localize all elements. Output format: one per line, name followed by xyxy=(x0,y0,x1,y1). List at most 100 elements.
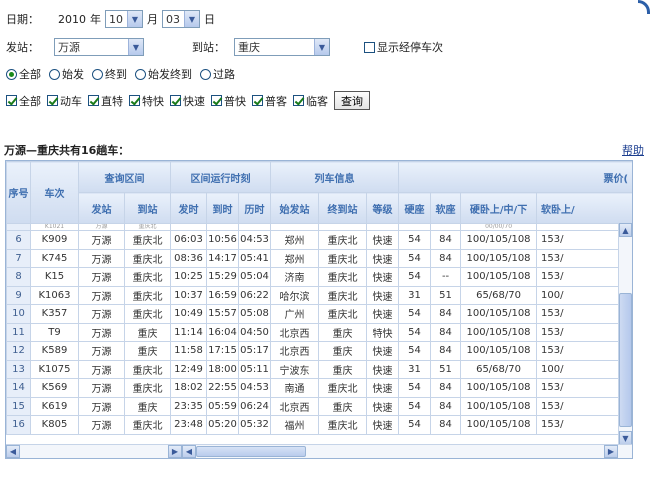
table-cell: 广州 xyxy=(270,304,320,324)
grade-checkbox-0[interactable]: 全部 xyxy=(6,93,41,109)
scroll-left-icon[interactable]: ◀ xyxy=(6,445,20,458)
col-origin[interactable]: 始发站 xyxy=(270,192,320,224)
table-cell: 10:56 xyxy=(206,230,239,250)
checkbox-icon[interactable] xyxy=(252,95,263,106)
train-table: 序号 车次 查询区间 区间运行时刻 列车信息 票价( 发站 到站 发时 到时 历… xyxy=(5,160,633,459)
table-row[interactable]: 15 K619 万源 重庆 23:35 05:59 06:24 北京西 重庆 快速 54 84 100/… xyxy=(6,396,632,416)
radio-option-3[interactable]: 始发终到 xyxy=(135,66,192,82)
col-hard-sleeper[interactable]: 硬卧上/中/下 xyxy=(460,192,538,224)
main-scroll-area[interactable]: ◀ ▶ xyxy=(182,445,618,458)
grade-checkbox-5[interactable]: 普快 xyxy=(211,93,246,109)
col-hard-seat[interactable]: 硬座 xyxy=(398,192,432,224)
scroll-down-icon[interactable]: ▼ xyxy=(619,431,632,445)
col-duration[interactable]: 历时 xyxy=(237,192,272,224)
col-arr-station[interactable]: 到站 xyxy=(124,192,171,224)
train-number-cell[interactable]: K745 xyxy=(30,248,79,268)
from-label: 发站： xyxy=(6,41,39,54)
table-row[interactable]: 10 K357 万源 重庆北 10:49 15:57 05:08 广州 重庆北 快速 54 84 100… xyxy=(6,304,632,324)
from-station-select[interactable]: 万源 ▼ xyxy=(54,38,144,56)
col-terminal[interactable]: 终到站 xyxy=(318,192,368,224)
col-grade[interactable]: 等级 xyxy=(366,192,400,224)
table-cell: 54 xyxy=(398,304,432,324)
col-dep-time[interactable]: 发时 xyxy=(170,192,207,224)
table-cell: 快速 xyxy=(366,230,400,250)
table-cell: 04:53 xyxy=(237,230,272,250)
table-row[interactable]: 14 K569 万源 重庆北 18:02 22:55 04:53 南通 重庆北 快速 54 84 100… xyxy=(6,378,632,398)
table-cell: 重庆北 xyxy=(124,359,171,379)
train-number-cell[interactable]: K805 xyxy=(30,415,79,435)
table-cell: 100/105/108 xyxy=(460,267,538,287)
checkbox-icon[interactable] xyxy=(6,95,17,106)
checkbox-icon[interactable] xyxy=(293,95,304,106)
grade-checkbox-4[interactable]: 快速 xyxy=(170,93,205,109)
train-number-cell[interactable]: K357 xyxy=(30,304,79,324)
station-row: 发站： 万源 ▼ 到站： 重庆 ▼ 显示经停车次 xyxy=(6,38,443,56)
table-cell: 快速 xyxy=(366,415,400,435)
radio-option-0[interactable]: 全部 xyxy=(6,66,41,82)
table-cell: 重庆北 xyxy=(318,248,368,268)
table-cell: 13 xyxy=(6,359,31,379)
table-cell xyxy=(6,223,31,231)
grade-checkbox-3[interactable]: 特快 xyxy=(129,93,164,109)
radio-button-icon[interactable] xyxy=(200,68,211,80)
table-cell: 15:57 xyxy=(206,304,239,324)
show-stop-checkbox[interactable] xyxy=(364,41,375,53)
table-row[interactable]: 12 K589 万源 重庆 11:58 17:15 05:17 北京西 重庆 快速 54 84 100/… xyxy=(6,341,632,361)
table-row[interactable]: 6 K909 万源 重庆北 06:03 10:56 04:53 郑州 重庆北 快速 54 84 100/… xyxy=(6,230,632,250)
table-row[interactable]: 7 K745 万源 重庆北 08:36 14:17 05:41 郑州 重庆北 快速 54 84 100/… xyxy=(6,248,632,268)
col-train[interactable]: 车次 xyxy=(30,161,79,224)
radio-button-icon[interactable] xyxy=(49,68,60,80)
day-select[interactable]: 03 ▼ xyxy=(162,10,200,28)
train-number-cell[interactable]: K1075 xyxy=(30,359,79,379)
train-number-cell[interactable]: K589 xyxy=(30,341,79,361)
col-soft-sleeper[interactable]: 软卧上/ xyxy=(536,192,632,224)
scroll-right-icon[interactable]: ▶ xyxy=(168,445,182,458)
checkbox-icon[interactable] xyxy=(88,95,99,106)
grade-checkbox-7[interactable]: 临客 xyxy=(293,93,328,109)
radio-button-icon[interactable] xyxy=(92,68,103,80)
checkbox-icon[interactable] xyxy=(211,95,222,106)
checkbox-icon[interactable] xyxy=(129,95,140,106)
train-number-cell[interactable]: K15 xyxy=(30,267,79,287)
radio-option-2[interactable]: 终到 xyxy=(92,66,127,82)
grade-checkbox-2[interactable]: 直特 xyxy=(88,93,123,109)
col-dep-station[interactable]: 发站 xyxy=(78,192,125,224)
train-number-cell[interactable]: K909 xyxy=(30,230,79,250)
scroll-right-icon[interactable]: ▶ xyxy=(604,445,618,458)
checkbox-icon[interactable] xyxy=(170,95,181,106)
table-row[interactable]: 8 K15 万源 重庆北 10:25 15:29 05:04 济南 重庆北 快速 54 -- 100/1… xyxy=(6,267,632,287)
train-number-cell[interactable]: K1063 xyxy=(30,285,79,305)
to-station-select[interactable]: 重庆 ▼ xyxy=(234,38,330,56)
radio-label: 过路 xyxy=(213,68,235,81)
table-row[interactable]: 16 K805 万源 重庆北 23:48 05:20 05:32 福州 重庆北 快速 54 84 100… xyxy=(6,415,632,435)
table-cell: 快速 xyxy=(366,304,400,324)
table-row[interactable]: 9 K1063 万源 重庆北 10:37 16:59 06:22 哈尔滨 重庆北 快速 31 51 65… xyxy=(6,285,632,305)
grade-checkbox-1[interactable]: 动车 xyxy=(47,93,82,109)
col-arr-time[interactable]: 到时 xyxy=(206,192,239,224)
month-select[interactable]: 10 ▼ xyxy=(105,10,143,28)
horizontal-scrollbar[interactable]: ◀ ▶ ◀ ▶ xyxy=(6,444,632,458)
scroll-up-icon[interactable]: ▲ xyxy=(619,223,632,237)
frozen-scroll-area[interactable]: ◀ ▶ xyxy=(6,445,182,458)
radio-button-icon[interactable] xyxy=(135,68,146,80)
radio-button-icon[interactable] xyxy=(6,68,17,80)
scroll-thumb[interactable] xyxy=(619,293,632,427)
train-number-cell[interactable]: T9 xyxy=(30,322,79,342)
radio-option-1[interactable]: 始发 xyxy=(49,66,84,82)
table-row[interactable]: 13 K1075 万源 重庆北 12:49 18:00 05:11 宁波东 重庆 快速 31 51 65… xyxy=(6,359,632,379)
col-soft-seat[interactable]: 软座 xyxy=(430,192,462,224)
help-link[interactable]: 帮助 xyxy=(622,142,644,158)
horizontal-scroll-thumb[interactable] xyxy=(196,446,306,457)
train-number-cell[interactable]: K619 xyxy=(30,396,79,416)
radio-option-4[interactable]: 过路 xyxy=(200,66,235,82)
table-cell: 快速 xyxy=(366,248,400,268)
table-cell: 9 xyxy=(6,285,31,305)
train-number-cell[interactable]: K569 xyxy=(30,378,79,398)
checkbox-icon[interactable] xyxy=(47,95,58,106)
query-button[interactable]: 查询 xyxy=(334,91,370,110)
grade-checkbox-6[interactable]: 普客 xyxy=(252,93,287,109)
table-cell: 31 xyxy=(398,359,432,379)
table-row[interactable]: 11 T9 万源 重庆 11:14 16:04 04:50 北京西 重庆 特快 54 84 100/10… xyxy=(6,322,632,342)
vertical-scrollbar[interactable]: ▲ ▼ xyxy=(618,223,632,445)
scroll-left-icon[interactable]: ◀ xyxy=(182,445,196,458)
